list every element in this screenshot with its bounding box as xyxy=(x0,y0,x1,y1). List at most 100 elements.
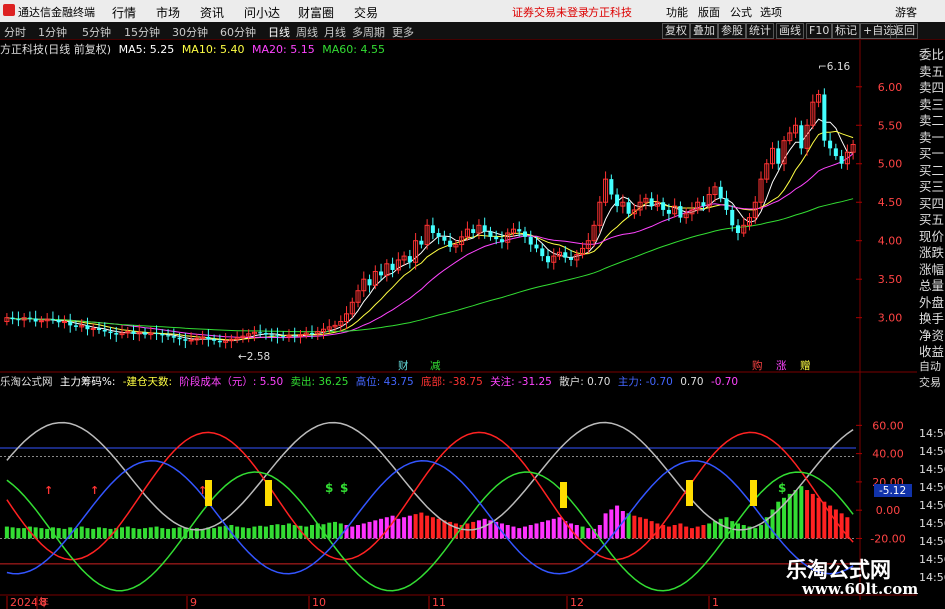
sidebar-item[interactable]: 14:56 xyxy=(919,463,945,476)
indicator-bar xyxy=(286,523,291,539)
candle-body-up xyxy=(712,186,718,196)
period-1min[interactable]: 1分钟 xyxy=(38,24,67,40)
menu-trade[interactable]: 交易 xyxy=(354,4,378,21)
candle-body-up xyxy=(200,336,206,339)
candle-body-down xyxy=(33,318,38,322)
period-60min[interactable]: 60分钟 xyxy=(220,24,256,40)
price-tick-label: 6.00 xyxy=(878,81,903,94)
candle-body-down xyxy=(10,317,15,320)
indicator-bar xyxy=(678,523,683,539)
indicator-bar xyxy=(246,528,251,539)
stats-button[interactable]: 统计 xyxy=(746,23,774,39)
period-minute-time[interactable]: 分时 xyxy=(4,24,26,40)
candle-body-down xyxy=(724,198,729,210)
candle-body-up xyxy=(689,209,695,215)
period-monthly[interactable]: 月线 xyxy=(324,24,346,40)
sidebar-item[interactable]: 14:56 xyxy=(919,445,945,458)
holdings-button[interactable]: 参股 xyxy=(718,23,746,39)
indicator-bar xyxy=(229,525,234,539)
indicator-bar xyxy=(131,528,136,539)
sidebar-item[interactable]: 14:56 xyxy=(919,517,945,530)
overlay-button[interactable]: 叠加 xyxy=(690,23,718,39)
candle-body-up xyxy=(119,332,125,336)
indicator-bar xyxy=(540,521,545,539)
indicator-bar xyxy=(833,509,838,539)
indicator-bar xyxy=(845,517,850,539)
period-multi[interactable]: 多周期 xyxy=(352,24,385,40)
mark-button[interactable]: 标记 xyxy=(832,23,860,39)
menu-news[interactable]: 资讯 xyxy=(200,4,224,21)
sidebar-item[interactable]: 交易 xyxy=(919,374,945,390)
candle-body-up xyxy=(654,201,660,207)
candle-body-up xyxy=(136,331,142,335)
candle-body-up xyxy=(816,93,822,103)
indicator-bar xyxy=(367,521,372,539)
candle-body-up xyxy=(234,337,240,340)
f10-button[interactable]: F10 xyxy=(806,23,833,39)
up-arrow-signal: ↑ xyxy=(90,484,99,497)
indicator-bar xyxy=(782,497,787,539)
candle-body-up xyxy=(125,331,131,334)
indicator-value-b: -0.70 xyxy=(710,376,739,388)
candle-body-up xyxy=(464,228,470,238)
back-button[interactable]: 返回 xyxy=(890,23,918,39)
indicator-bar xyxy=(183,528,188,539)
indicator-bar xyxy=(240,527,245,539)
indicator-bar xyxy=(119,527,125,539)
candle-body-up xyxy=(770,147,776,165)
menu-quotes[interactable]: 行情 xyxy=(112,4,136,21)
stock-name-notice: 方正科技 xyxy=(588,6,632,19)
period-daily[interactable]: 日线 xyxy=(268,24,290,40)
candle-body-down xyxy=(730,209,735,226)
sidebar-item[interactable]: 14:56 xyxy=(919,481,945,494)
sidebar-item[interactable]: 14:56 xyxy=(919,427,945,440)
candle-body-up xyxy=(401,255,407,261)
menu-ask[interactable]: 问小达 xyxy=(244,4,280,21)
period-more[interactable]: 更多 xyxy=(392,24,414,40)
time-axis-label: 12 xyxy=(570,596,584,609)
guest-label[interactable]: 游客 xyxy=(895,4,917,20)
candle-body-down xyxy=(407,256,412,263)
candle-body-down xyxy=(263,333,268,335)
candle-body-down xyxy=(442,236,447,241)
menu-function[interactable]: 功能 xyxy=(666,4,688,20)
indicator-bar xyxy=(332,521,338,539)
indicator-bar xyxy=(828,505,833,539)
indicator-bar xyxy=(592,528,597,539)
period-30min[interactable]: 30分钟 xyxy=(172,24,208,40)
signal-block xyxy=(686,480,693,506)
menu-market[interactable]: 市场 xyxy=(156,4,180,21)
indicator-tick-label: -20.00 xyxy=(870,532,905,545)
signal-block xyxy=(560,482,567,508)
menu-formula[interactable]: 公式 xyxy=(730,4,752,20)
adjust-button[interactable]: 复权 xyxy=(662,23,690,39)
sidebar-item[interactable]: 14:56 xyxy=(919,535,945,548)
draw-button[interactable]: 画线 xyxy=(776,23,804,39)
period-5min[interactable]: 5分钟 xyxy=(82,24,111,40)
indicator-bar xyxy=(632,515,637,539)
candle-body-up xyxy=(303,332,309,336)
trade-login-notice[interactable]: 证券交易未登录 xyxy=(512,4,589,20)
period-weekly[interactable]: 周线 xyxy=(296,24,318,40)
indicator-bar xyxy=(68,527,73,539)
menu-options[interactable]: 选项 xyxy=(760,4,782,20)
current-value-label: -5.12 xyxy=(879,485,906,497)
sidebar-item[interactable]: 14:56 xyxy=(919,553,945,566)
indicator-bar xyxy=(701,525,706,539)
indicator-bar xyxy=(730,521,735,539)
menu-wealth[interactable]: 财富圈 xyxy=(298,4,334,21)
sidebar-item[interactable]: 自动 xyxy=(919,358,945,374)
sidebar-item[interactable]: 14:56 xyxy=(919,571,945,584)
indicator-bar xyxy=(73,528,78,539)
indicator-bar xyxy=(822,501,827,539)
candle-body-down xyxy=(436,233,441,237)
candle-body-up xyxy=(574,254,580,261)
candle-body-down xyxy=(50,319,55,321)
candle-body-up xyxy=(61,321,67,324)
indicator-bar xyxy=(476,520,481,539)
indicator-bar xyxy=(764,517,769,539)
menu-layout[interactable]: 版面 xyxy=(698,4,720,20)
period-15min[interactable]: 15分钟 xyxy=(124,24,160,40)
candle-body-down xyxy=(839,156,844,164)
sidebar-item[interactable]: 14:56 xyxy=(919,499,945,512)
